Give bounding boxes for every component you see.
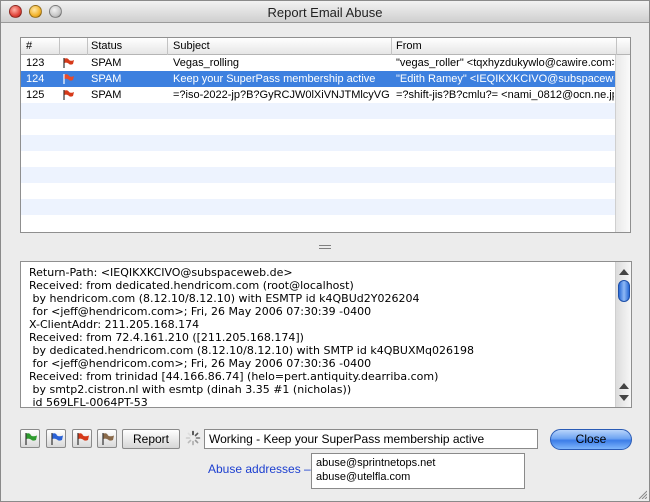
red-flag-icon	[63, 74, 74, 84]
table-row-selected[interactable]: 124 SPAM Keep your SuperPass membership …	[21, 71, 617, 87]
message-line: id 569LFL-0064PT-53	[29, 396, 148, 408]
row-from: "Edith Ramey" <IEQIKXKCIVO@subspaceweb.d…	[396, 73, 614, 85]
row-from: "vegas_roller" <tqxhyzdukywlo@cawire.com…	[396, 57, 614, 69]
abuse-addresses-list[interactable]: abuse@sprintnetops.net abuse@utelfla.com	[311, 453, 525, 489]
message-line: by dedicated.hendricom.com (8.12.10/8.12…	[29, 344, 474, 357]
empty-row	[21, 135, 617, 151]
row-status: SPAM	[91, 57, 122, 69]
red-flag-icon	[63, 58, 74, 68]
message-line: Received: from 72.4.161.210 ([211.205.16…	[29, 331, 304, 344]
table-row[interactable]: 125 SPAM =?iso-2022-jp?B?GyRCJW0lXiVNJTM…	[21, 87, 617, 103]
message-line: Received: from trinidad [44.166.86.74] (…	[29, 370, 439, 383]
message-line: for <jeff@hendricom.com>; Fri, 26 May 20…	[29, 357, 372, 370]
progress-spinner-icon	[185, 430, 201, 446]
row-number: 123	[26, 57, 45, 69]
row-from: =?shift-jis?B?cmlu?= <nami_0812@ocn.ne.j…	[396, 89, 614, 101]
resize-grip-icon[interactable]	[637, 489, 647, 499]
row-number: 124	[26, 73, 45, 85]
message-line: Received: from dedicated.hendricom.com (…	[29, 279, 354, 292]
empty-row	[21, 199, 617, 215]
report-email-abuse-window: Report Email Abuse # Status Subject From…	[0, 0, 650, 502]
column-header-number[interactable]: #	[26, 40, 32, 52]
column-header-from[interactable]: From	[396, 40, 422, 52]
row-subject: Vegas_rolling	[173, 57, 240, 69]
scroll-up-arrow-icon[interactable]	[619, 269, 629, 275]
empty-row	[21, 119, 617, 135]
splitter-handle[interactable]	[319, 245, 331, 251]
close-button[interactable]: Close	[550, 429, 632, 450]
row-status: SPAM	[91, 89, 122, 101]
brown-flag-icon	[102, 433, 114, 445]
row-number: 125	[26, 89, 45, 101]
empty-row	[21, 167, 617, 183]
message-line: by hendricom.com (8.12.10/8.12.10) with …	[29, 292, 420, 305]
empty-row	[21, 103, 617, 119]
title-bar: Report Email Abuse	[1, 1, 649, 23]
table-row[interactable]: 123 SPAM Vegas_rolling "vegas_roller" <t…	[21, 55, 617, 71]
row-subject: Keep your SuperPass membership active	[173, 73, 376, 85]
green-flag-icon	[25, 433, 37, 445]
message-line: by smtp2.cistron.nl with esmtp (dinah 3.…	[29, 383, 352, 396]
message-scrollbar[interactable]	[615, 262, 631, 407]
row-subject: =?iso-2022-jp?B?GyRCJW0lXiVNJTMlcyVGJSMh…	[173, 89, 389, 101]
red-flag-button[interactable]	[72, 429, 92, 448]
message-source-view[interactable]: Return-Path: <IEQIKXKCIVO@subspaceweb.de…	[20, 261, 632, 408]
empty-row	[21, 183, 617, 199]
message-line: X-ClientAddr: 211.205.168.174	[29, 318, 200, 331]
message-line: for <jeff@hendricom.com>; Fri, 26 May 20…	[29, 305, 372, 318]
blue-flag-icon	[51, 433, 63, 445]
scroll-up-arrow-icon-bottom[interactable]	[619, 383, 629, 389]
message-line: Return-Path: <IEQIKXKCIVO@subspaceweb.de…	[29, 266, 293, 279]
green-flag-button[interactable]	[20, 429, 40, 448]
scroll-down-arrow-icon[interactable]	[619, 395, 629, 401]
window-title: Report Email Abuse	[267, 5, 383, 20]
empty-row	[21, 151, 617, 167]
blue-flag-button[interactable]	[46, 429, 66, 448]
table-scrollbar[interactable]	[615, 55, 630, 232]
red-flag-icon	[63, 90, 74, 100]
row-status: SPAM	[91, 73, 122, 85]
brown-flag-button[interactable]	[97, 429, 117, 448]
scroll-thumb[interactable]	[618, 280, 630, 302]
column-header-subject[interactable]: Subject	[173, 40, 210, 52]
column-header-status[interactable]: Status	[91, 40, 122, 52]
red-flag-icon	[77, 433, 89, 445]
abuse-addresses-label: Abuse addresses –	[208, 462, 311, 476]
abuse-address-item[interactable]: abuse@utelfla.com	[316, 471, 410, 483]
message-table: # Status Subject From 123 SPAM Vegas_rol…	[20, 37, 631, 233]
empty-row	[21, 215, 617, 231]
abuse-address-item[interactable]: abuse@sprintnetops.net	[316, 457, 435, 469]
table-header: # Status Subject From	[21, 38, 630, 55]
report-button[interactable]: Report	[122, 429, 180, 449]
status-text-field: Working - Keep your SuperPass membership…	[204, 429, 538, 449]
